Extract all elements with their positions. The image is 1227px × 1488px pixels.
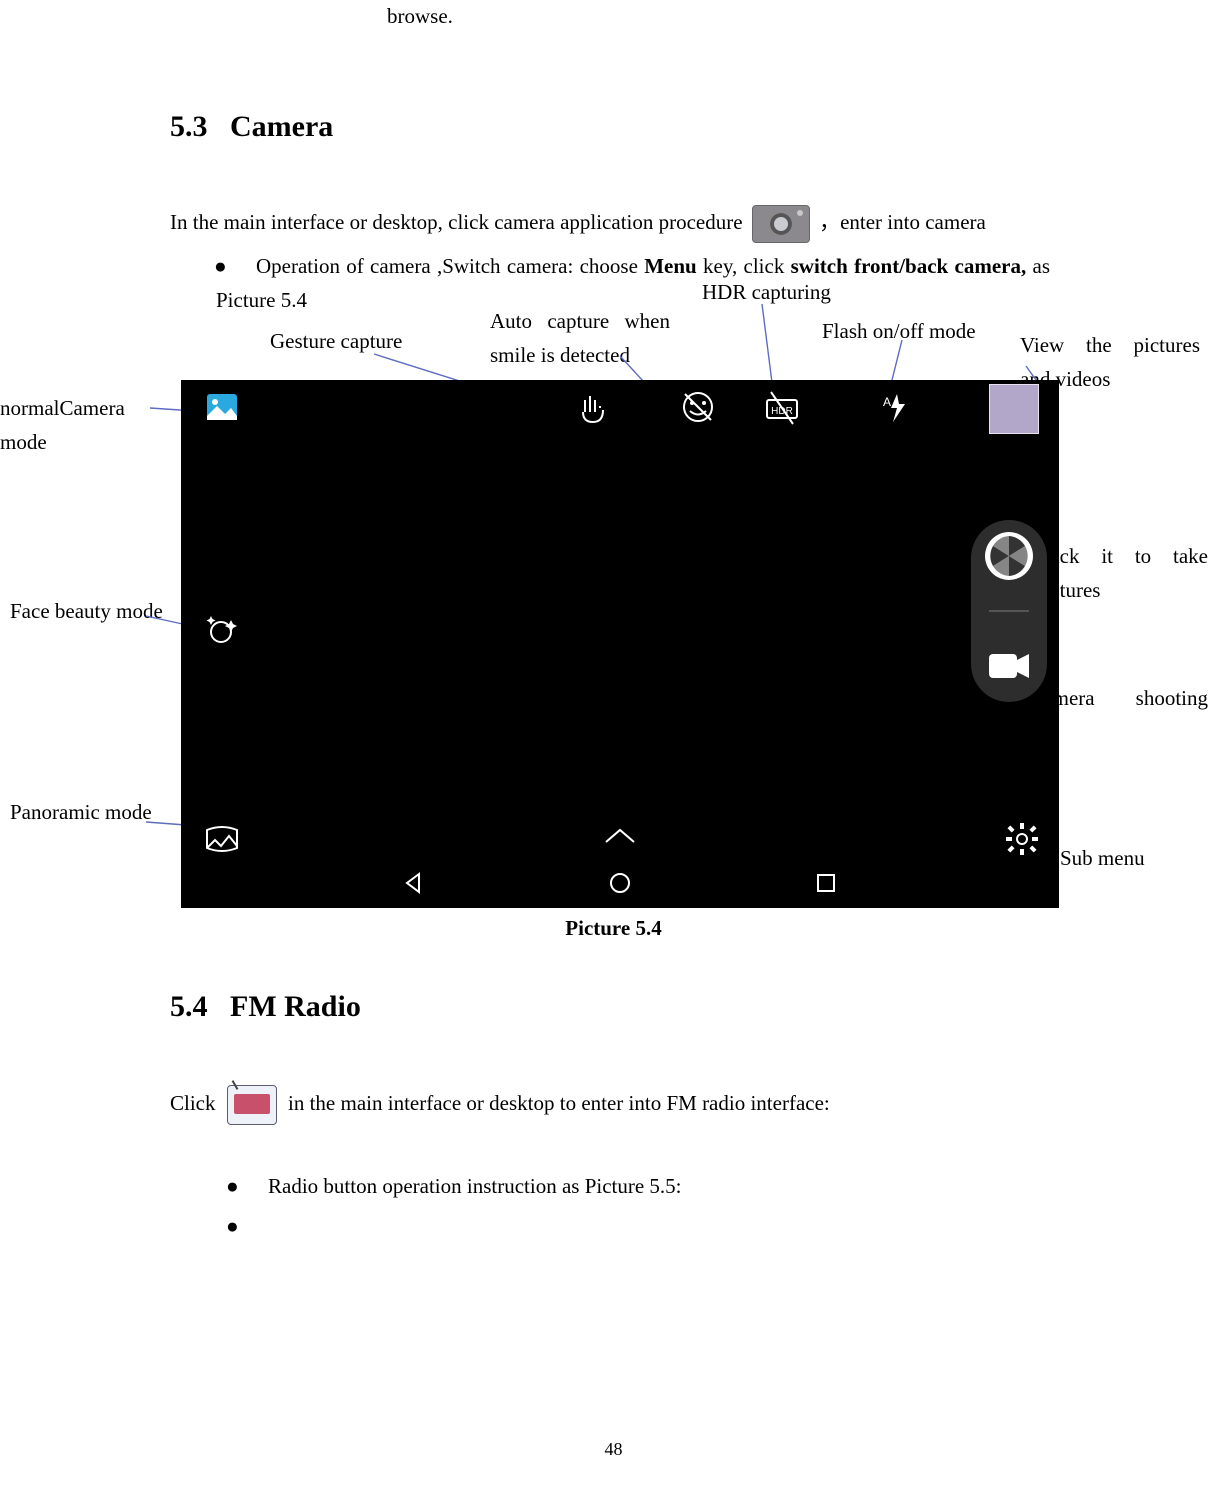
fmradio-bullets: ● Radio button operation instruction as … [228,1167,1048,1207]
bullet-switch-phrase: switch front/back camera, [791,254,1027,278]
intro-text-after: ，enter into camera [819,210,986,234]
label-auto-capture: Auto capture when smile is detected [490,305,670,372]
face-beauty-mode-icon[interactable] [201,610,243,652]
smile-detect-icon[interactable] [677,386,719,428]
figure-caption-5-4: Picture 5.4 [0,916,1227,941]
orphan-text: browse. [387,4,453,29]
capture-divider [989,610,1029,612]
section-title-5-4: FM Radio [230,990,361,1023]
capture-controls [971,520,1047,702]
bullet-text-2: key, click [703,254,784,278]
label-video-mode: camera shooting mode [1034,682,1208,722]
video-mode-button[interactable] [983,640,1035,692]
fm-radio-app-icon [227,1085,277,1125]
svg-text:A: A [883,395,891,409]
label-hdr: HDR capturing [702,280,831,305]
camera-app-icon [752,205,810,243]
gallery-thumbnail[interactable] [989,384,1039,434]
android-nav-bar [181,864,1059,908]
label-gesture-capture: Gesture capture [270,329,402,354]
label-shutter: Click it to take pictures [1034,540,1208,607]
bullet-dot-icon: ● [214,250,227,284]
section-number: 5.3 [170,110,208,143]
nav-back-icon[interactable] [401,870,427,902]
fmradio-bullet-1: Radio button operation instruction as Pi… [268,1174,682,1198]
page-number: 48 [0,1439,1227,1460]
section-title: Camera [230,110,333,143]
label-sub-menu: Sub menu [1060,846,1145,871]
fmradio-intro: Click in the main interface or desktop t… [170,1085,1050,1125]
nav-recent-icon[interactable] [813,870,839,902]
flash-mode-icon[interactable]: A [873,386,915,428]
shutter-button[interactable] [983,530,1035,582]
label-normal-camera: normalCamera mode [0,392,170,459]
bottom-bar [181,814,1059,864]
normal-camera-mode-icon[interactable] [201,386,243,428]
intro-text-before: In the main interface or desktop, click … [170,210,743,234]
bullet-menu-word: Menu [644,254,697,278]
gesture-capture-icon[interactable] [573,386,615,428]
label-panoramic: Panoramic mode [10,796,170,830]
bullet-dot-icon: ● [226,1207,239,1247]
nav-home-icon[interactable] [607,870,633,902]
fmradio-click-word: Click [170,1091,216,1115]
bullet-dot-icon: ● [226,1167,239,1207]
bullet-text-1: Operation of camera ,Switch camera: choo… [256,254,638,278]
camera-intro: In the main interface or desktop, click … [170,205,1050,243]
fmradio-after-icon: in the main interface or desktop to ente… [288,1091,830,1115]
heading-5-4: 5.4 FM Radio [170,990,361,1024]
chevron-up-icon[interactable] [600,824,640,854]
statusbar [181,380,1059,402]
label-flash: Flash on/off mode [822,319,976,344]
label-face-beauty: Face beauty mode [10,595,170,629]
heading-5-3: 5.3 Camera [170,110,333,144]
hdr-icon[interactable]: HDR [761,386,803,428]
camera-screenshot: HDR A [181,380,1059,908]
settings-gear-icon[interactable] [1005,822,1039,862]
section-number-5-4: 5.4 [170,990,208,1023]
